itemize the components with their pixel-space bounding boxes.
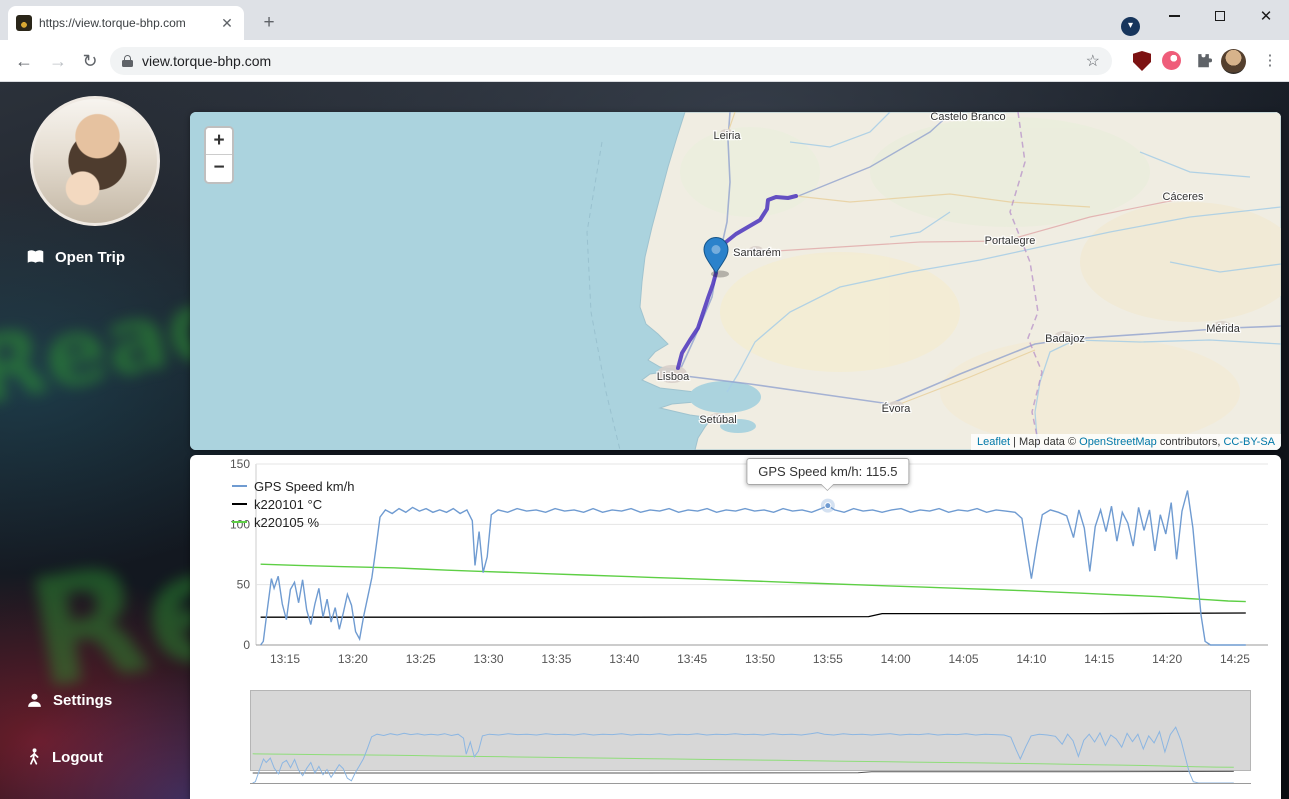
new-tab-button[interactable]: + xyxy=(256,10,282,36)
x-axis-tick: 14:00 xyxy=(881,652,911,666)
x-axis-tick: 13:50 xyxy=(745,652,775,666)
city-label: Évora xyxy=(882,402,912,415)
x-axis-tick: 13:45 xyxy=(677,652,707,666)
window-close-button[interactable]: ✕ xyxy=(1243,0,1289,32)
attribution-text: contributors, xyxy=(1157,436,1224,448)
x-axis-tick: 13:55 xyxy=(813,652,843,666)
attribution-text: | Map data © xyxy=(1010,436,1079,448)
city-label: Leiria xyxy=(714,130,742,142)
openstreetmap-link[interactable]: OpenStreetMap xyxy=(1079,436,1157,448)
chart-range-selector[interactable] xyxy=(250,690,1251,799)
y-axis-tick: 50 xyxy=(237,578,251,592)
window-maximize-button[interactable] xyxy=(1197,0,1243,32)
reload-button[interactable]: ↻ xyxy=(76,47,104,75)
x-axis-tick: 13:35 xyxy=(541,652,571,666)
bookmark-star-icon[interactable]: ☆ xyxy=(1086,51,1100,71)
legend-item[interactable]: GPS Speed km/h xyxy=(232,477,354,495)
x-axis-tick: 14:10 xyxy=(1016,652,1046,666)
browser-menu-icon[interactable]: ⋮ xyxy=(1258,49,1282,73)
mini-series-line xyxy=(253,771,1234,773)
pink-extension-icon[interactable] xyxy=(1162,51,1181,70)
chart-panel: 05010015013:1513:2013:2513:3013:3513:401… xyxy=(190,455,1281,799)
city-label: Setúbal xyxy=(699,414,736,426)
forward-button[interactable]: → xyxy=(44,47,72,75)
sidebar-item-settings[interactable]: Settings xyxy=(26,692,112,709)
open-book-icon xyxy=(26,248,45,266)
x-axis-tick: 13:15 xyxy=(270,652,300,666)
tab-close-icon[interactable]: ✕ xyxy=(218,14,236,32)
browser-profile-avatar[interactable] xyxy=(1221,49,1246,74)
leaflet-map[interactable]: Leiria Castelo Branco Cáceres Santarém Porta… xyxy=(190,112,1281,450)
sidebar: Open Trip Settings Logout xyxy=(0,82,190,799)
url-text[interactable]: view.torque-bhp.com xyxy=(142,53,1077,69)
site-favicon xyxy=(16,15,32,31)
y-axis-tick: 150 xyxy=(230,457,250,471)
zoom-out-button[interactable]: − xyxy=(206,155,232,182)
city-label: Badajoz xyxy=(1045,333,1085,345)
tab-title: https://view.torque-bhp.com xyxy=(39,16,211,30)
city-label: Mérida xyxy=(1206,323,1241,335)
lock-icon[interactable] xyxy=(122,55,133,67)
highlight-dot xyxy=(825,503,831,509)
series-line xyxy=(261,491,1246,646)
map-attribution: Leaflet | Map data © OpenStreetMap contr… xyxy=(971,434,1281,450)
legend-label: k220101 °C xyxy=(254,497,322,512)
city-label: Portalegre xyxy=(985,235,1036,247)
address-bar[interactable]: view.torque-bhp.com ☆ xyxy=(110,47,1112,75)
sidebar-item-label: Logout xyxy=(52,749,103,766)
sidebar-item-label: Open Trip xyxy=(55,249,125,266)
map-panel: Leiria Castelo Branco Cáceres Santarém Porta… xyxy=(190,112,1281,450)
walking-person-icon xyxy=(26,748,42,766)
legend-item[interactable]: k220105 % xyxy=(232,513,354,531)
x-axis-tick: 14:05 xyxy=(949,652,979,666)
sidebar-item-label: Settings xyxy=(53,692,112,709)
legend-swatch xyxy=(232,521,247,523)
city-label: Lisboa xyxy=(657,371,690,383)
series-line xyxy=(261,564,1246,601)
window-minimize-button[interactable] xyxy=(1151,0,1197,32)
ublock-extension-icon[interactable] xyxy=(1133,51,1151,71)
legend-item[interactable]: k220101 °C xyxy=(232,495,354,513)
back-button[interactable]: ← xyxy=(10,47,38,75)
legend-label: GPS Speed km/h xyxy=(254,479,354,494)
legend-swatch xyxy=(232,485,247,487)
x-axis-tick: 14:25 xyxy=(1220,652,1250,666)
x-axis-tick: 13:40 xyxy=(609,652,639,666)
zoom-in-button[interactable]: + xyxy=(206,128,232,155)
chart-tooltip: GPS Speed km/h: 115.5 xyxy=(746,458,909,485)
city-label: Castelo Branco xyxy=(930,112,1005,123)
tejo-estuary xyxy=(689,381,761,413)
x-axis-tick: 13:25 xyxy=(406,652,436,666)
series-line xyxy=(261,613,1246,617)
tab-search-icon[interactable]: ▾ xyxy=(1121,17,1140,36)
x-axis-tick: 13:20 xyxy=(338,652,368,666)
x-axis-tick: 14:20 xyxy=(1152,652,1182,666)
browser-toolbar: ← → ↻ view.torque-bhp.com ☆ ⋮ xyxy=(0,40,1289,82)
city-label: Cáceres xyxy=(1163,191,1204,203)
person-icon xyxy=(26,692,43,709)
extensions-puzzle-icon[interactable] xyxy=(1192,51,1212,71)
user-avatar[interactable] xyxy=(30,96,160,226)
legend-swatch xyxy=(232,503,247,505)
map-zoom-control: + − xyxy=(204,126,234,184)
license-link[interactable]: CC-BY-SA xyxy=(1223,436,1275,448)
x-axis-tick: 14:15 xyxy=(1084,652,1114,666)
sidebar-item-logout[interactable]: Logout xyxy=(26,748,103,766)
browser-tab-strip: https://view.torque-bhp.com ✕ + ▾ ✕ xyxy=(0,0,1289,40)
browser-tab[interactable]: https://view.torque-bhp.com ✕ xyxy=(8,6,244,40)
legend-label: k220105 % xyxy=(254,515,319,530)
x-axis-tick: 13:30 xyxy=(474,652,504,666)
leaflet-link[interactable]: Leaflet xyxy=(977,436,1010,448)
chart-legend: GPS Speed km/h k220101 °C k220105 % xyxy=(232,477,354,531)
y-axis-tick: 0 xyxy=(243,638,250,652)
page-background: Ready Re Open Trip Settings Logout xyxy=(0,82,1289,799)
city-label: Santarém xyxy=(733,247,781,259)
sidebar-item-open-trip[interactable]: Open Trip xyxy=(26,248,125,266)
